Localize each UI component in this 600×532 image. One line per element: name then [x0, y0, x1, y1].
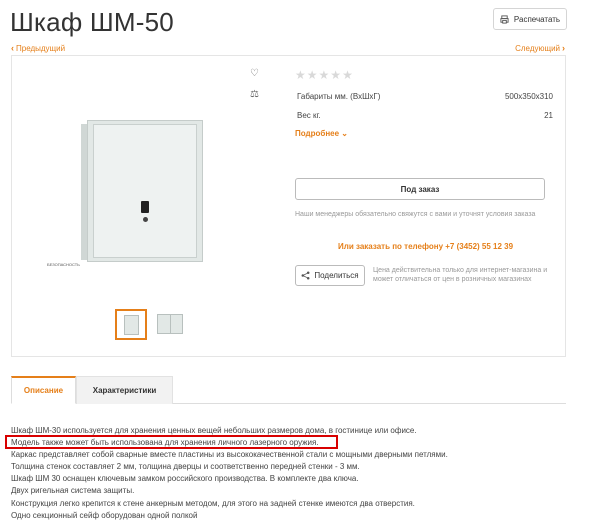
shelf-divider — [170, 315, 171, 333]
previous-label: Предыдущий — [16, 43, 66, 53]
tab-characteristics[interactable]: Характеристики — [76, 376, 173, 404]
rating-stars[interactable]: ★ ★ ★ ★ ★ — [295, 68, 353, 82]
more-link[interactable]: Подробнее ⌄ — [295, 129, 348, 138]
share-icon — [301, 271, 310, 280]
chevron-left-icon: ‹ — [11, 43, 14, 53]
description-line: Конструкция легко крепится к стене анкер… — [11, 499, 415, 508]
spec-row: Габариты мм. (ВхШхГ) 500х350х310 — [297, 92, 553, 101]
more-label: Подробнее — [295, 129, 340, 138]
highlight-box — [5, 435, 338, 449]
next-link[interactable]: Следующий › — [515, 43, 565, 53]
previous-link[interactable]: ‹ Предыдущий — [11, 43, 65, 53]
thumbnail-open-safe-image — [157, 314, 183, 334]
tab-description[interactable]: Описание — [11, 376, 76, 404]
thumbnail-2[interactable] — [154, 309, 186, 340]
manager-note: Наши менеджеры обязательно свяжутся с ва… — [295, 211, 536, 218]
description-line: Шкаф ШМ-30 используется для хранения цен… — [11, 426, 417, 435]
phone-order-link[interactable]: Или заказать по телефону +7 (3452) 55 12… — [338, 242, 513, 251]
safe-door — [93, 124, 197, 258]
star-icon[interactable]: ★ — [307, 68, 318, 82]
share-label: Поделиться — [314, 271, 359, 280]
spec-value: 500х350х310 — [504, 92, 553, 101]
page-title: Шкаф ШМ-50 — [10, 7, 174, 37]
thumbnail-safe-image — [124, 315, 139, 335]
spec-value: 21 — [544, 111, 553, 120]
description-line: Шкаф ШМ 30 оснащен ключевым замком росси… — [11, 474, 359, 483]
chevron-right-icon: › — [562, 43, 565, 53]
safe-lock-icon — [141, 201, 149, 213]
image-caption: БЕЗОПАСНОСТЬ — [47, 262, 80, 267]
product-main-image[interactable] — [77, 115, 225, 265]
spec-row: Вес кг. 21 — [297, 111, 553, 120]
star-icon[interactable]: ★ — [295, 68, 306, 82]
description-line: Каркас представляет собой сварные вместе… — [11, 450, 448, 459]
order-button[interactable]: Под заказ — [295, 178, 545, 200]
star-icon[interactable]: ★ — [319, 68, 330, 82]
thumbnail-1[interactable] — [115, 309, 147, 340]
description-line: Двух ригельная система защиты. — [11, 486, 135, 495]
print-label: Распечатать — [513, 14, 561, 24]
spec-name: Габариты мм. (ВхШхГ) — [297, 92, 381, 101]
print-button[interactable]: Распечатать — [493, 8, 567, 30]
star-icon[interactable]: ★ — [330, 68, 341, 82]
star-icon[interactable]: ★ — [342, 68, 353, 82]
next-label: Следующий — [515, 43, 560, 53]
spec-name: Вес кг. — [297, 111, 321, 120]
favorite-heart-icon[interactable]: ♡ — [250, 68, 259, 79]
description-line: Одно секционный сейф оборудован одной по… — [11, 511, 198, 520]
description-line: Толщина стенок составляет 2 мм, толщина … — [11, 462, 360, 471]
chevron-down-icon: ⌄ — [341, 129, 348, 138]
safe-handle — [143, 217, 148, 222]
price-note: Цена действительна только для интернет-м… — [373, 267, 548, 283]
compare-scales-icon[interactable]: ⚖ — [250, 89, 259, 100]
printer-icon — [500, 14, 509, 24]
share-button[interactable]: Поделиться — [295, 265, 365, 286]
